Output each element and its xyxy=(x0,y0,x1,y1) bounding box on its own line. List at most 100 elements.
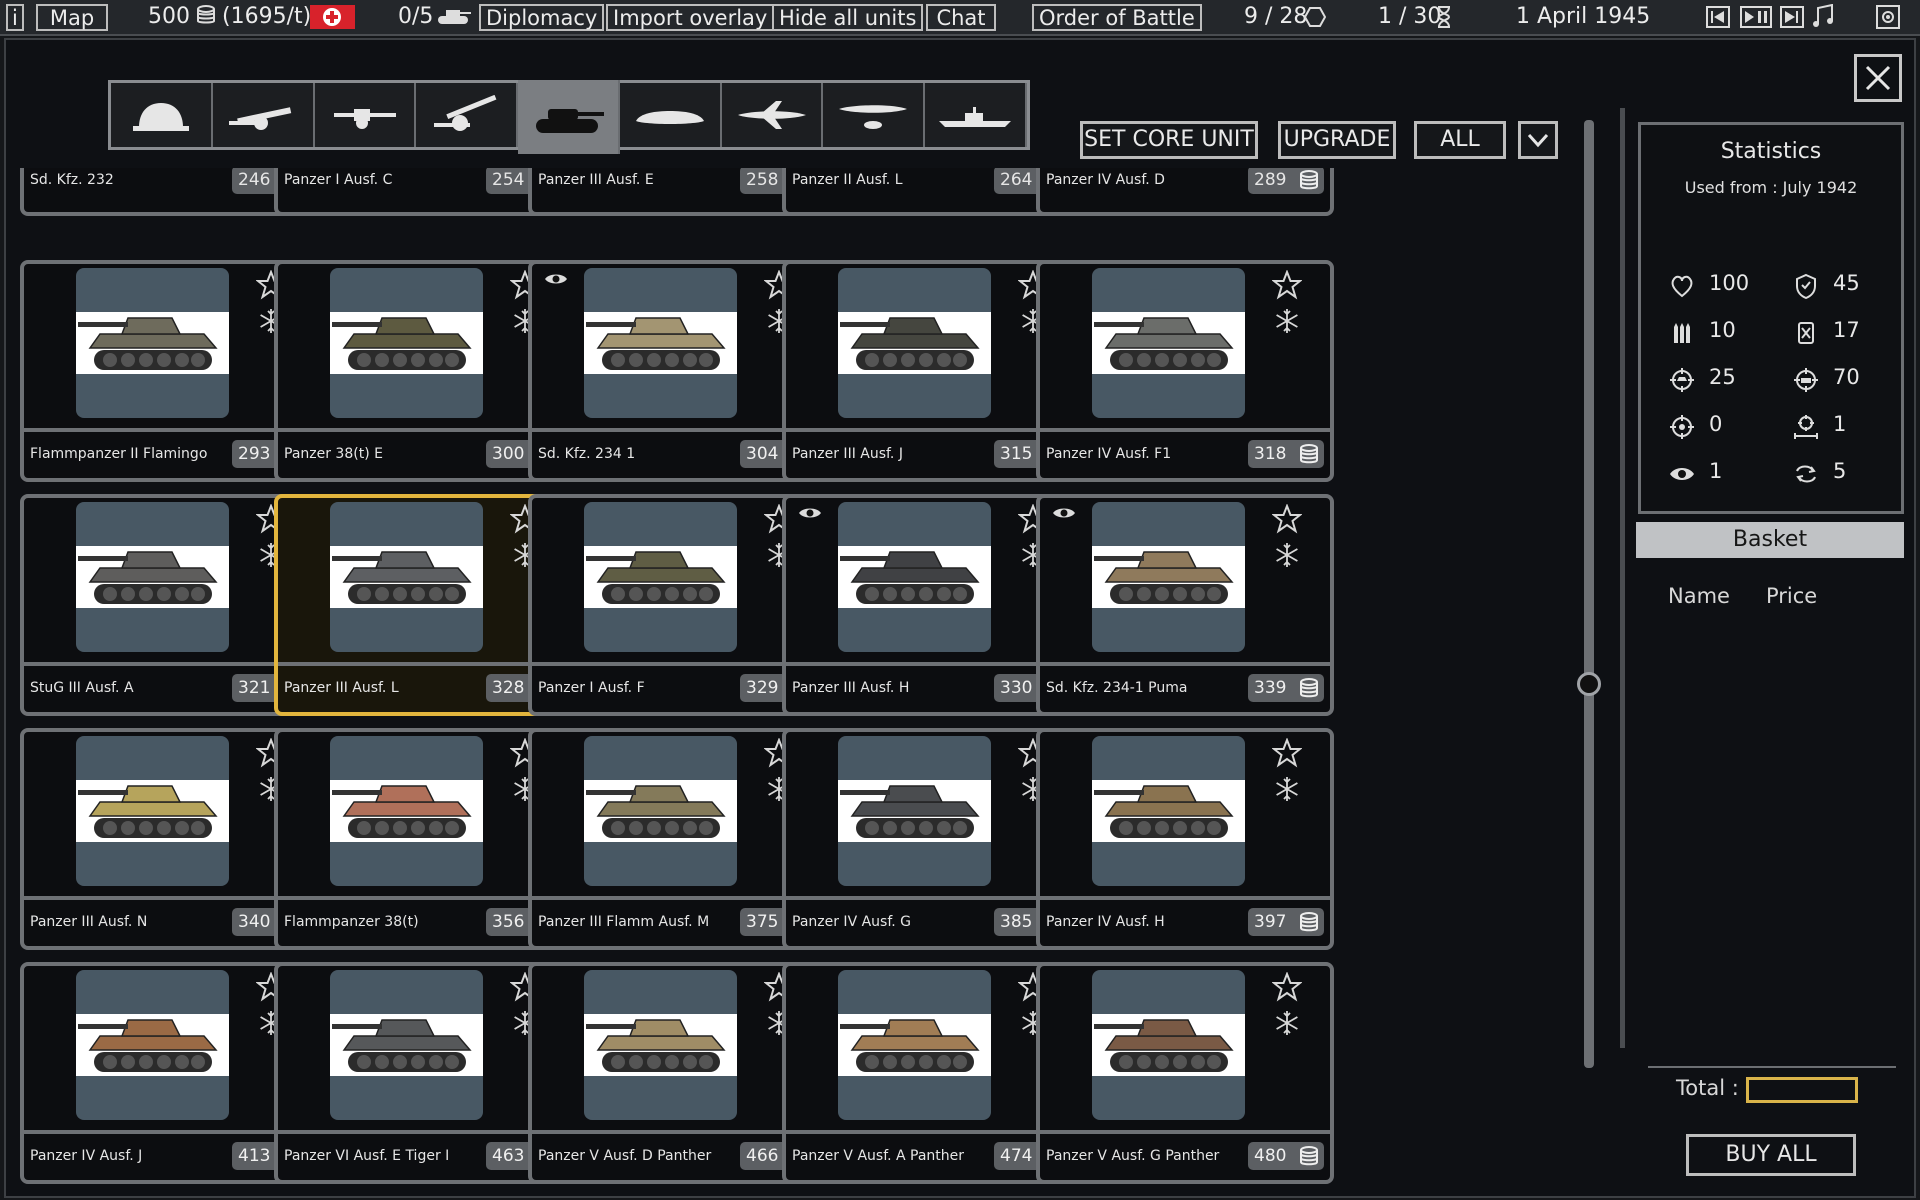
howitzer-icon xyxy=(228,107,291,130)
stat-value: 70 xyxy=(1833,365,1860,389)
unit-image xyxy=(584,736,737,886)
import-overlay-button[interactable]: Import overlay xyxy=(606,4,775,31)
price-value: 466 xyxy=(746,1146,779,1166)
set-core-unit-button[interactable]: SET CORE UNIT xyxy=(1080,121,1258,159)
close-button[interactable] xyxy=(1854,54,1902,102)
price-value: 356 xyxy=(492,912,525,932)
tab-ship[interactable] xyxy=(925,83,1028,147)
price-value: 318 xyxy=(1254,444,1287,464)
artillery-icon xyxy=(434,95,497,131)
unit-name: Panzer IV Ausf. F1 xyxy=(1046,446,1172,462)
star-icon[interactable] xyxy=(1272,504,1302,534)
diplomacy-button[interactable]: Diplomacy xyxy=(479,4,605,31)
unit-illustration xyxy=(840,1019,980,1072)
price-value: 300 xyxy=(492,444,525,464)
unit-image xyxy=(838,502,991,652)
unit-illustration xyxy=(78,785,218,838)
info-button[interactable]: i xyxy=(6,4,24,31)
basket-name-column: Name xyxy=(1668,584,1730,608)
filter-select[interactable]: ALL xyxy=(1414,121,1506,159)
tab-tank[interactable] xyxy=(518,80,620,154)
total-divider xyxy=(1648,1066,1896,1068)
music-icon[interactable] xyxy=(1812,3,1834,31)
unit-price: 318 xyxy=(1248,440,1324,468)
buy-all-button[interactable]: BUY ALL xyxy=(1686,1134,1856,1176)
eye-icon xyxy=(799,508,821,518)
star-icon[interactable] xyxy=(1272,972,1302,1002)
unit-name: Panzer I Ausf. F xyxy=(538,680,645,696)
crosshair-icon xyxy=(1670,368,1694,392)
unit-grid: Sd. Kfz. 232 246 Panzer I Ausf. C 254 Panzer… xyxy=(20,168,1560,1188)
scrollbar-track[interactable] xyxy=(1584,120,1594,1068)
unit-card[interactable]: Panzer IV Ausf. F1 318 xyxy=(1036,260,1334,482)
unit-image xyxy=(1092,970,1245,1120)
unit-name: Panzer IV Ausf. J xyxy=(30,1148,143,1164)
ship-icon xyxy=(939,107,1012,127)
price-value: 304 xyxy=(746,444,779,464)
fighter-plane-icon xyxy=(737,101,806,129)
unit-illustration xyxy=(78,1019,218,1072)
tab-recon[interactable] xyxy=(619,83,722,147)
fuel-icon xyxy=(1798,322,1814,344)
price-value: 315 xyxy=(1000,444,1033,464)
stat-value: 10 xyxy=(1709,318,1736,342)
price-value: 463 xyxy=(492,1146,525,1166)
stat-value: 1 xyxy=(1709,459,1723,483)
unit-name: Panzer V Ausf. D Panther xyxy=(538,1148,712,1164)
winter-snowflake-icon xyxy=(1276,1011,1298,1035)
eye-icon xyxy=(1053,508,1075,518)
hide-units-button[interactable]: Hide all units xyxy=(772,4,924,31)
unit-card[interactable]: Panzer V Ausf. G Panther 480 xyxy=(1036,962,1334,1184)
tab-bomber[interactable] xyxy=(823,83,926,147)
unit-name: Panzer III Flamm Ausf. M xyxy=(538,914,710,930)
star-icon[interactable] xyxy=(1272,270,1302,300)
unit-name: Sd. Kfz. 232 xyxy=(30,172,114,188)
settings-gear-icon[interactable] xyxy=(1876,5,1900,32)
basket-header: Basket xyxy=(1636,522,1904,558)
stat-value: 1 xyxy=(1833,412,1847,436)
unit-name: Panzer V Ausf. G Panther xyxy=(1046,1148,1220,1164)
tab-infantry[interactable] xyxy=(111,83,213,147)
coins-icon xyxy=(1300,912,1318,932)
hourglass-icon xyxy=(1436,6,1452,33)
map-button[interactable]: Map xyxy=(36,4,108,31)
play-pause-icon[interactable] xyxy=(1740,6,1772,33)
scrollbar-thumb[interactable] xyxy=(1577,672,1601,696)
tab-artillery[interactable] xyxy=(416,83,519,147)
unit-card[interactable]: Sd. Kfz. 234-1 Puma 339 xyxy=(1036,494,1334,716)
unit-count: 0/5 xyxy=(398,4,434,29)
unit-name: StuG III Ausf. A xyxy=(30,680,134,696)
unit-illustration xyxy=(586,1019,726,1072)
tab-fighter[interactable] xyxy=(721,83,824,147)
fast-forward-icon[interactable] xyxy=(1780,6,1804,33)
swiss-flag-icon xyxy=(310,5,355,29)
unit-card[interactable]: Panzer IV Ausf. H 397 xyxy=(1036,728,1334,950)
unit-illustration xyxy=(840,551,980,604)
total-label: Total : xyxy=(1676,1076,1739,1100)
tab-anti-tank[interactable] xyxy=(314,83,417,147)
unit-name: Sd. Kfz. 234-1 Puma xyxy=(1046,680,1188,696)
panel-divider xyxy=(1620,108,1625,1048)
star-icon[interactable] xyxy=(1272,738,1302,768)
unit-image xyxy=(1092,502,1245,652)
price-value: 340 xyxy=(238,912,271,932)
hexagon-icon xyxy=(1303,6,1327,33)
unit-card[interactable]: Panzer IV Ausf. D 289 xyxy=(1036,168,1334,216)
coins-icon xyxy=(1300,1146,1318,1166)
order-of-battle-button[interactable]: Order of Battle xyxy=(1032,4,1202,31)
price-value: 397 xyxy=(1254,912,1287,932)
helmet-icon xyxy=(132,103,189,131)
filter-dropdown-button[interactable] xyxy=(1518,121,1558,159)
statistics-panel: Statistics Used from : July 1942 100 45 10… xyxy=(1638,122,1904,514)
price-value: 258 xyxy=(746,170,779,190)
upgrade-button[interactable]: UPGRADE xyxy=(1278,121,1396,159)
stat-value: 0 xyxy=(1709,412,1723,436)
unit-illustration xyxy=(332,317,472,370)
price-value: 254 xyxy=(492,170,525,190)
rewind-icon[interactable] xyxy=(1706,6,1730,33)
unit-image xyxy=(330,736,483,886)
tab-towed-artillery[interactable] xyxy=(212,83,315,147)
unit-image xyxy=(584,970,737,1120)
chat-button[interactable]: Chat xyxy=(926,4,996,31)
unit-illustration xyxy=(586,551,726,604)
